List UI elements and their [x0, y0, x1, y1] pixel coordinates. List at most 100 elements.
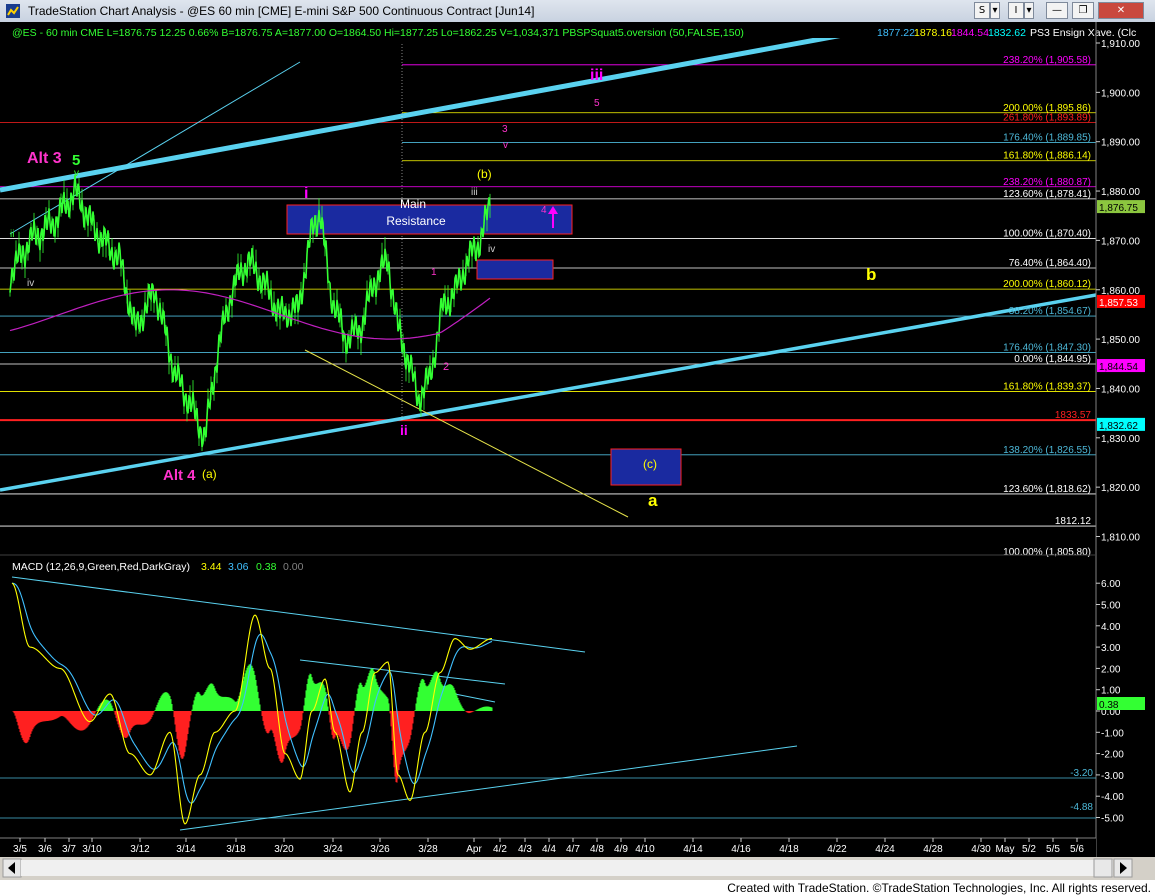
support-box: [476, 259, 554, 280]
macd-panel: [0, 576, 1096, 831]
close-button[interactable]: ✕: [1098, 2, 1144, 19]
macd-level-upper: -3.20: [1070, 768, 1093, 779]
fib-label: 161.80% (1,886.14): [1003, 151, 1091, 162]
wave-label: 2: [443, 361, 449, 373]
fib-label: 1812.12: [1055, 516, 1092, 527]
resistance-label-main: Main: [400, 197, 426, 211]
date-tick-label: May: [996, 844, 1015, 855]
symbol-quote-line: @ES - 60 min CME L=1876.75 12.25 0.66% B…: [12, 27, 744, 39]
wave-label: (a): [202, 467, 217, 481]
fib-label: 100.00% (1,870.40): [1003, 228, 1091, 239]
macd-trend-upper: [11, 576, 586, 653]
resistance-label-text: Resistance: [386, 214, 446, 228]
macd-tick-label: -3.00: [1101, 771, 1124, 782]
macd-tick-label: 2.00: [1101, 664, 1121, 675]
fib-label: 161.80% (1,839.37): [1003, 382, 1091, 393]
wave-label: iii: [590, 67, 603, 84]
symbol-link-dropdown[interactable]: ▾: [990, 2, 1000, 19]
macd-badge-text: 0.38: [1099, 700, 1119, 711]
macd-tick-label: 3.00: [1101, 643, 1121, 654]
price-tick-label: 1,850.00: [1101, 335, 1140, 346]
wave-labels: 238.20% (1,905.58)200.00% (1,895.86)261.…: [10, 55, 1091, 558]
chart-area[interactable]: Main Resistance 238.20% (1,905.58) 200.00…: [0, 22, 1155, 880]
upper-channel-line: [0, 38, 841, 193]
price-tick-label: 1,910.00: [1101, 39, 1140, 50]
wave-label: v: [74, 168, 79, 179]
macd-tick-label: -5.00: [1101, 814, 1124, 825]
scroll-thumb[interactable]: [1093, 858, 1113, 878]
date-tick-label: 4/24: [875, 844, 895, 855]
wave-label: 1: [431, 267, 437, 278]
horizontal-scrollbar[interactable]: [2, 858, 1133, 878]
minimize-button[interactable]: —: [1046, 2, 1068, 19]
fib-label: 123.60% (1,818.62): [1003, 484, 1091, 495]
fib-label: 123.60% (1,878.41): [1003, 189, 1091, 200]
price-tick-label: 1,900.00: [1101, 88, 1140, 99]
price-tick-label: 1,870.00: [1101, 236, 1140, 247]
date-tick-label: 4/9: [614, 844, 628, 855]
wave-label: 4: [541, 205, 547, 216]
chart-canvas[interactable]: Main Resistance 238.20% (1,905.58) 200.00…: [0, 22, 1155, 880]
wave-label: iv: [27, 278, 34, 289]
price-tick-label: 1,810.00: [1101, 533, 1140, 544]
macd-trend-lower: [179, 745, 798, 831]
fib-label: 76.40% (1,864.40): [1009, 258, 1091, 269]
tradestation-logo-icon: [6, 4, 20, 18]
macd-level-lower: -4.88: [1070, 802, 1093, 813]
wave-label: 3: [502, 124, 508, 135]
wave-label: iv: [488, 244, 495, 255]
fib-label: 38.20% (1,854.67): [1009, 306, 1091, 317]
macd-tick-label: 4.00: [1101, 622, 1121, 633]
yellow-trend-line: [304, 349, 629, 518]
price-tick-label: 1,840.00: [1101, 384, 1140, 395]
date-tick-label: 4/28: [923, 844, 943, 855]
indicator-value-4: 1832.62: [988, 27, 1026, 39]
date-tick-label: 4/30: [971, 844, 991, 855]
wave-label: 5: [594, 98, 600, 109]
macd-label: MACD (12,26,9,Green,Red,DarkGray): [12, 561, 190, 573]
restore-button[interactable]: ❐: [1072, 2, 1094, 19]
wave-label: (c): [643, 457, 657, 471]
title-bar[interactable]: TradeStation Chart Analysis - @ES 60 min…: [0, 0, 1155, 23]
credit-text: Created with TradeStation. ©TradeStation…: [727, 881, 1151, 895]
indicator-value-1: 1877.22: [877, 27, 915, 39]
thin-trend-line: [9, 61, 301, 235]
date-tick-label: 5/5: [1046, 844, 1060, 855]
macd-value-2: 3.06: [228, 561, 249, 573]
date-tick-label: 4/2: [493, 844, 507, 855]
price-tick-label: 1,830.00: [1101, 434, 1140, 445]
macd-tick-label: -2.00: [1101, 750, 1124, 761]
symbol-link-button[interactable]: S: [974, 2, 990, 19]
status-bar: Created with TradeStation. ©TradeStation…: [0, 880, 1155, 896]
wave-label: b: [866, 265, 876, 284]
indicator-name: PS3 Ensign Xave. (Clc: [1030, 27, 1136, 39]
moving-average-line: [9, 289, 491, 340]
price-tick-label: 1,880.00: [1101, 187, 1140, 198]
indicator-value-2: 1878.16: [914, 27, 952, 39]
date-tick-label: 5/2: [1022, 844, 1036, 855]
date-tick-label: 4/3: [518, 844, 532, 855]
macd-tick-label: -4.00: [1101, 792, 1124, 803]
date-tick-label: 5/6: [1070, 844, 1084, 855]
wave-label: Alt 4: [163, 467, 196, 484]
date-tick-label: 4/10: [635, 844, 655, 855]
wave-label: ii: [10, 229, 14, 240]
scroll-track[interactable]: [21, 860, 1113, 876]
macd-value-3: 0.38: [256, 561, 277, 573]
macd-header: MACD (12,26,9,Green,Red,DarkGray) 3.44 3…: [12, 561, 304, 573]
date-tick-label: 4/8: [590, 844, 604, 855]
indicator-value-3: 1844.54: [951, 27, 989, 39]
interval-link-dropdown[interactable]: ▾: [1024, 2, 1034, 19]
date-tick-label: 3/26: [370, 844, 390, 855]
fib-label: 238.20% (1,880.87): [1003, 177, 1091, 188]
date-tick-label: 4/16: [731, 844, 751, 855]
macd-tick-label: 5.00: [1101, 601, 1121, 612]
window-title: TradeStation Chart Analysis - @ES 60 min…: [28, 4, 535, 18]
price-axis[interactable]: 1,910.00 1,900.00 1,890.00 1,880.00 1,870.00…: [1096, 39, 1140, 544]
interval-link-button[interactable]: I: [1008, 2, 1024, 19]
fib-label: 176.40% (1,847.30): [1003, 342, 1091, 353]
price-tick-label: 1,820.00: [1101, 483, 1140, 494]
date-tick-label: 3/6: [38, 844, 52, 855]
fib-label: 261.80% (1,893.89): [1003, 113, 1091, 124]
wave-label: Alt 3: [27, 150, 62, 167]
